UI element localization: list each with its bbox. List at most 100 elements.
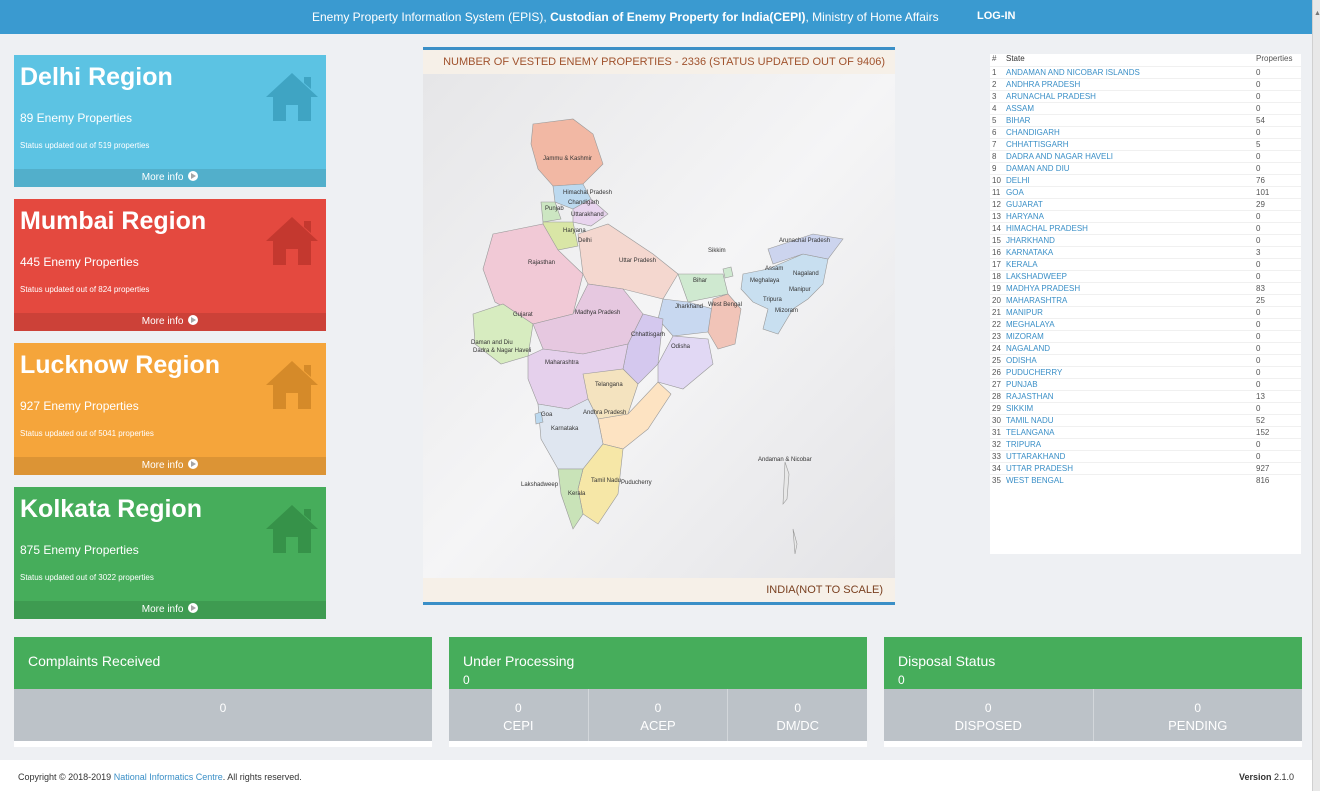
state-link[interactable]: GUJARAT xyxy=(1006,199,1256,210)
state-link[interactable]: DELHI xyxy=(1006,175,1256,186)
state-link[interactable]: RAJASTHAN xyxy=(1006,391,1256,402)
property-count: 0 xyxy=(1256,272,1261,281)
state-link[interactable]: DAMAN AND DIU xyxy=(1006,163,1256,174)
property-count: 0 xyxy=(1256,152,1261,161)
state-link[interactable]: ASSAM xyxy=(1006,103,1256,114)
more-info-link[interactable]: More info xyxy=(14,169,326,187)
state-link[interactable]: ODISHA xyxy=(1006,355,1256,366)
scroll-up-arrow-icon[interactable]: ▲ xyxy=(1314,10,1320,17)
table-row: 35 WEST BENGAL 816 xyxy=(990,474,1301,486)
map-label: Gujarat xyxy=(513,312,533,318)
stat-cell-dmdc: 0 DM/DC xyxy=(728,689,867,741)
state-link[interactable]: TRIPURA xyxy=(1006,439,1256,450)
property-count: 927 xyxy=(1256,464,1270,473)
state-link[interactable]: WEST BENGAL xyxy=(1006,475,1256,486)
state-link[interactable]: ARUNACHAL PRADESH xyxy=(1006,91,1256,102)
state-link[interactable]: HARYANA xyxy=(1006,211,1256,222)
arrow-circle-right-icon xyxy=(188,171,199,181)
state-link[interactable]: JHARKHAND xyxy=(1006,235,1256,246)
state-link[interactable]: KERALA xyxy=(1006,259,1256,270)
map-heading: NUMBER OF VESTED ENEMY PROPERTIES - 2336… xyxy=(423,50,895,74)
row-index: 28 xyxy=(992,392,1001,401)
version-number: 2.1.0 xyxy=(1273,772,1294,782)
row-index: 25 xyxy=(992,356,1001,365)
row-index: 16 xyxy=(992,248,1001,257)
row-index: 9 xyxy=(992,164,997,173)
map-label: Haryana xyxy=(563,228,586,234)
row-index: 26 xyxy=(992,368,1001,377)
state-link[interactable]: MANIPUR xyxy=(1006,307,1256,318)
map-label: Madhya Pradesh xyxy=(575,310,620,316)
india-map[interactable]: Jammu & Kashmir Himachal Pradesh Punjab … xyxy=(423,74,895,582)
stat-value: 0 xyxy=(654,701,662,715)
state-link[interactable]: KARNATAKA xyxy=(1006,247,1256,258)
state-link[interactable]: CHHATTISGARH xyxy=(1006,139,1256,150)
scrollbar[interactable]: ▲ xyxy=(1312,0,1320,791)
nic-link[interactable]: National Informatics Centre xyxy=(114,772,223,782)
map-label: Uttarakhand xyxy=(571,212,604,218)
table-row: 9 DAMAN AND DIU 0 xyxy=(990,162,1301,174)
state-link[interactable]: BIHAR xyxy=(1006,115,1256,126)
property-count: 29 xyxy=(1256,200,1265,209)
state-link[interactable]: HIMACHAL PRADESH xyxy=(1006,223,1256,234)
more-info-label: More info xyxy=(141,460,184,471)
map-region-sikkim[interactable] xyxy=(722,266,734,279)
state-link[interactable]: SIKKIM xyxy=(1006,403,1256,414)
state-link[interactable]: TAMIL NADU xyxy=(1006,415,1256,426)
row-index: 7 xyxy=(992,140,997,149)
stat-value: 0 xyxy=(219,701,227,715)
complaints-received-box: Complaints Received 0 xyxy=(14,637,432,747)
state-link[interactable]: UTTARAKHAND xyxy=(1006,451,1256,462)
map-label: Puducherry xyxy=(621,480,652,486)
more-info-link[interactable]: More info xyxy=(14,313,326,331)
state-link[interactable]: DADRA AND NAGAR HAVELI xyxy=(1006,151,1256,162)
page-footer: Copyright © 2018-2019 National Informati… xyxy=(0,760,1312,791)
state-properties-table: # State Properties 1 ANDAMAN AND NICOBAR … xyxy=(990,54,1301,554)
map-label: Sikkim xyxy=(708,248,726,254)
region-property-count: 927 Enemy Properties xyxy=(20,399,139,413)
state-link[interactable]: CHANDIGARH xyxy=(1006,127,1256,138)
login-link[interactable]: LOG-IN xyxy=(977,10,1016,22)
state-link[interactable]: MEGHALAYA xyxy=(1006,319,1256,330)
map-label: Nagaland xyxy=(793,271,819,277)
state-link[interactable]: PUDUCHERRY xyxy=(1006,367,1256,378)
property-count: 3 xyxy=(1256,248,1261,257)
title-text-bold: Custodian of Enemy Property for India(CE… xyxy=(550,10,806,24)
stat-cell-acep: 0 ACEP xyxy=(589,689,729,741)
state-link[interactable]: NAGALAND xyxy=(1006,343,1256,354)
state-link[interactable]: MADHYA PRADESH xyxy=(1006,283,1256,294)
state-link[interactable]: MAHARASHTRA xyxy=(1006,295,1256,306)
stat-label: DM/DC xyxy=(776,718,819,733)
map-label: Tripura xyxy=(763,297,782,303)
state-link[interactable]: LAKSHADWEEP xyxy=(1006,271,1256,282)
state-link[interactable]: MIZORAM xyxy=(1006,331,1256,342)
map-label: Manipur xyxy=(789,287,811,293)
stat-value: 0 xyxy=(794,701,802,715)
table-row: 13 HARYANA 0 xyxy=(990,210,1301,222)
state-link[interactable]: UTTAR PRADESH xyxy=(1006,463,1256,474)
map-label: Lakshadweep xyxy=(521,482,559,488)
property-count: 0 xyxy=(1256,236,1261,245)
region-card-kolkata: Kolkata Region 875 Enemy Properties Stat… xyxy=(14,487,326,619)
property-count: 0 xyxy=(1256,80,1261,89)
map-label: Mizoram xyxy=(775,308,798,314)
map-label: Tamil Nadu xyxy=(591,478,621,484)
state-link[interactable]: ANDAMAN AND NICOBAR ISLANDS xyxy=(1006,67,1256,78)
table-row: 11 GOA 101 xyxy=(990,186,1301,198)
table-row: 20 MAHARASHTRA 25 xyxy=(990,294,1301,306)
state-link[interactable]: GOA xyxy=(1006,187,1256,198)
more-info-link[interactable]: More info xyxy=(14,601,326,619)
property-count: 0 xyxy=(1256,368,1261,377)
row-index: 35 xyxy=(992,476,1001,485)
property-count: 0 xyxy=(1256,320,1261,329)
table-row: 15 JHARKHAND 0 xyxy=(990,234,1301,246)
more-info-link[interactable]: More info xyxy=(14,457,326,475)
state-link[interactable]: ANDHRA PRADESH xyxy=(1006,79,1256,90)
state-link[interactable]: TELANGANA xyxy=(1006,427,1256,438)
table-row: 4 ASSAM 0 xyxy=(990,102,1301,114)
map-label: Daman and Diu xyxy=(471,340,513,346)
property-count: 0 xyxy=(1256,260,1261,269)
stat-label: CEPI xyxy=(503,718,534,733)
stat-value: 0 xyxy=(984,701,992,715)
state-link[interactable]: PUNJAB xyxy=(1006,379,1256,390)
